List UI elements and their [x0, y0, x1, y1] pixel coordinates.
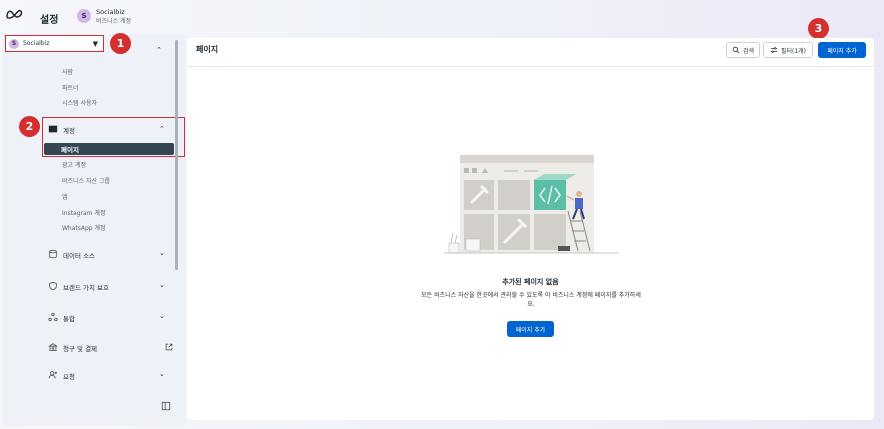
- sidebar-item-apps[interactable]: 앱: [62, 192, 68, 201]
- filter-icon: [770, 47, 778, 53]
- collapse-panel-icon[interactable]: [161, 401, 171, 411]
- business-selector-avatar: S: [9, 38, 19, 49]
- sidebar-item-ad-accounts[interactable]: 광고 계정: [62, 160, 86, 169]
- sidebar-scrollbar[interactable]: [175, 40, 178, 270]
- meta-logo-icon[interactable]: [5, 8, 25, 20]
- header-divider: [187, 66, 874, 67]
- caret-down-icon: ▼: [92, 39, 98, 48]
- filter-button[interactable]: 필터(1개): [763, 42, 813, 58]
- sidebar-item-asset-groups[interactable]: 비즈니스 자산 그룹: [62, 176, 110, 185]
- business-name[interactable]: Socialbiz: [96, 8, 125, 16]
- sidebar-item-pages-active[interactable]: 페이지: [44, 143, 174, 155]
- brand-safety-section[interactable]: 브랜드 가치 보호: [63, 282, 109, 292]
- filter-button-label: 필터(1개): [780, 47, 807, 55]
- integrations-icon: [48, 312, 58, 322]
- annotation-badge-2: 2: [19, 116, 40, 137]
- add-page-button[interactable]: 페이지 추가: [818, 42, 866, 58]
- chevron-up-icon[interactable]: ⌃: [159, 125, 165, 133]
- chevron-up-icon[interactable]: ⌃: [156, 46, 162, 54]
- billing-section[interactable]: 청구 및 결제: [63, 343, 97, 353]
- search-button[interactable]: 검색: [726, 42, 760, 58]
- requests-section[interactable]: 요청: [63, 371, 75, 381]
- external-link-icon[interactable]: [164, 342, 174, 352]
- sidebar-item-partners[interactable]: 파트너: [62, 83, 79, 92]
- data-sources-section[interactable]: 데이터 소스: [63, 250, 95, 260]
- empty-state-illustration: [444, 155, 619, 254]
- database-icon: [49, 249, 57, 259]
- sidebar-item-instagram[interactable]: Instagram 계정: [62, 208, 105, 217]
- chevron-down-icon[interactable]: ⌄: [159, 281, 165, 289]
- search-button-label: 검색: [742, 47, 755, 55]
- page-title: 설정: [40, 15, 59, 26]
- shield-icon: [49, 281, 57, 291]
- empty-add-page-button[interactable]: 페이지 추가: [507, 321, 554, 337]
- business-avatar[interactable]: S: [77, 9, 91, 23]
- accounts-section-label[interactable]: 계정: [63, 125, 75, 135]
- pages-title: 페이지: [196, 45, 219, 54]
- empty-state-title: 추가된 페이지 없음: [502, 278, 559, 286]
- annotation-badge-3: 3: [808, 18, 829, 39]
- empty-state-description: 모든 비즈니스 자산을 한곳에서 관리할 수 있도록 이 비즈니스 계정에 페이…: [421, 292, 641, 308]
- sidebar-item-system-users[interactable]: 시스템 사용자: [62, 98, 97, 107]
- chevron-down-icon[interactable]: ⌄: [159, 370, 165, 378]
- chevron-down-icon[interactable]: ⌄: [159, 312, 165, 320]
- search-icon: [732, 46, 740, 54]
- request-icon: [48, 371, 58, 379]
- integrations-section[interactable]: 통합: [63, 313, 75, 323]
- top-header: 설정 S Socialbiz 비즈니스 계정: [30, 0, 884, 34]
- business-selector-name: Socialbiz: [23, 40, 50, 47]
- main-panel: 페이지 검색 필터(1개) 페이지 추가 추가된 페이지 없음 모든 비즈니스 …: [187, 38, 874, 420]
- sidebar-item-whatsapp[interactable]: WhatsApp 계정: [62, 223, 106, 232]
- folder-icon: [48, 125, 58, 133]
- sidebar-item-people[interactable]: 사람: [62, 67, 73, 76]
- billing-icon: [48, 343, 58, 351]
- annotation-badge-1: 1: [110, 33, 131, 54]
- chevron-down-icon[interactable]: ⌄: [159, 249, 165, 257]
- business-selector[interactable]: S Socialbiz ▼: [5, 35, 104, 52]
- business-subtitle: 비즈니스 계정: [96, 18, 132, 25]
